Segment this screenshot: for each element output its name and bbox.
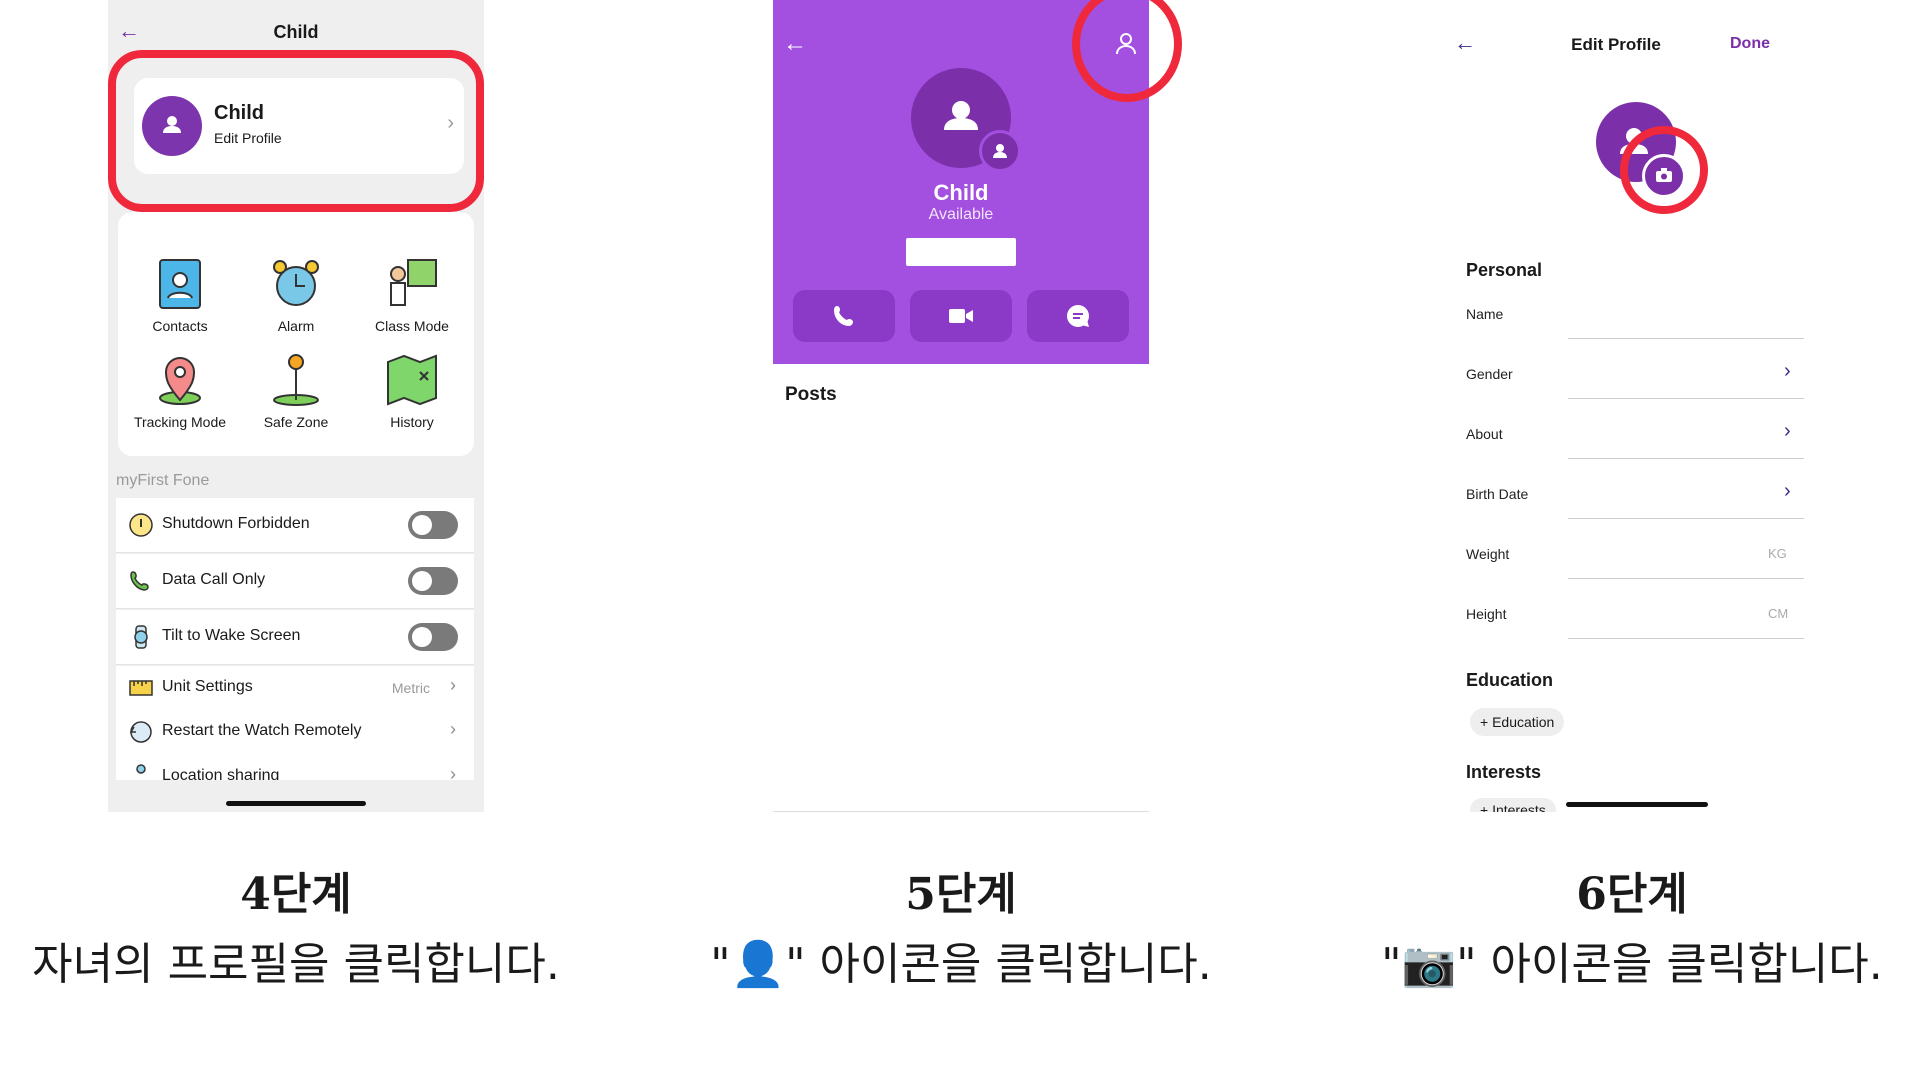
section-label: myFirst Fone: [116, 472, 210, 489]
unit-label: CM: [1768, 606, 1789, 621]
map-pin-icon: [159, 357, 201, 405]
add-education-button[interactable]: + Education: [1470, 708, 1565, 736]
call-button[interactable]: [793, 290, 895, 342]
avatar-badge: [979, 130, 1021, 172]
unit-label: KG: [1768, 546, 1787, 561]
grid-label: Class Mode: [375, 318, 449, 334]
add-interests-button[interactable]: + Interests: [1470, 798, 1556, 812]
section-personal: Personal: [1466, 260, 1543, 280]
setting-restart-watch[interactable]: Restart the Watch Remotely ›: [116, 710, 474, 755]
grid-item-class-mode[interactable]: Class Mode: [362, 256, 462, 334]
field-label: Height: [1466, 606, 1507, 622]
watch-icon: [134, 625, 148, 649]
step-description: "📷" 아이콘을 클릭합니다.: [1381, 939, 1883, 990]
location-person-icon: [136, 764, 146, 774]
feature-grid: Contacts Alarm Class Mode Tracking Mode …: [118, 212, 474, 456]
section-interests: Interests: [1466, 762, 1542, 782]
setting-label: Restart the Watch Remotely: [162, 722, 362, 739]
highlight-ring: [1620, 126, 1708, 214]
setting-location-sharing[interactable]: Location sharing ›: [116, 754, 474, 784]
chat-bubble-icon: [1066, 304, 1089, 327]
height-input[interactable]: [1568, 638, 1804, 639]
field-label: Gender: [1466, 366, 1513, 382]
setting-shutdown-forbidden: Shutdown Forbidden: [116, 498, 474, 553]
profile-name: Child: [933, 180, 989, 205]
message-button[interactable]: [1027, 290, 1129, 342]
warning-circle-icon: [129, 513, 153, 537]
grid-item-contacts[interactable]: Contacts: [130, 256, 230, 334]
folded-map-icon: [387, 354, 437, 406]
status-box: [906, 238, 1016, 266]
restart-icon: [129, 721, 152, 743]
back-arrow-icon[interactable]: ←: [783, 30, 807, 58]
posts-heading: Posts: [785, 384, 837, 405]
about-field[interactable]: [1568, 458, 1804, 459]
video-camera-icon: [949, 309, 973, 323]
caption-step-6: 6단계 "📷" 아이콘을 클릭합니다.: [1312, 858, 1920, 992]
setting-unit-settings[interactable]: Unit Settings Metric ›: [116, 666, 474, 711]
step-description: 자녀의 프로필을 클릭합니다.: [32, 939, 560, 990]
grid-label: Contacts: [152, 318, 208, 334]
grid-item-tracking-mode[interactable]: Tracking Mode: [130, 352, 230, 430]
done-button[interactable]: Done: [1730, 35, 1770, 53]
caption-step-4: 4단계 자녀의 프로필을 클릭합니다.: [0, 858, 616, 992]
setting-data-call-only: Data Call Only: [116, 554, 474, 609]
gender-field[interactable]: [1568, 398, 1804, 399]
grid-item-history[interactable]: History: [362, 352, 462, 430]
grid-item-safe-zone[interactable]: Safe Zone: [246, 352, 346, 430]
chevron-right-icon: ›: [450, 675, 456, 695]
setting-label: Data Call Only: [162, 571, 266, 588]
step-number: 4단계: [240, 869, 352, 920]
step-description: "👤" 아이콘을 클릭합니다.: [710, 939, 1212, 990]
contacts-icon: [159, 259, 201, 309]
ruler-icon: [129, 680, 153, 696]
chevron-right-icon: ›: [450, 719, 456, 739]
grid-label: Safe Zone: [263, 414, 329, 430]
home-indicator: [1566, 802, 1708, 807]
divider: [773, 811, 1149, 812]
field-label: Name: [1466, 306, 1504, 322]
person-small-icon: [993, 144, 1007, 158]
chevron-right-icon[interactable]: ›: [1784, 360, 1791, 383]
setting-label: Unit Settings: [162, 678, 253, 695]
video-call-button[interactable]: [910, 290, 1012, 342]
grid-label: Tracking Mode: [133, 414, 227, 430]
weight-input[interactable]: [1568, 578, 1804, 579]
caption-step-5: 5단계 "👤" 아이콘을 클릭합니다.: [641, 858, 1281, 992]
setting-tilt-to-wake: Tilt to Wake Screen: [116, 610, 474, 665]
step-number: 6단계: [1576, 869, 1688, 920]
toggle-switch[interactable]: [408, 623, 458, 651]
profile-status: Available: [928, 206, 994, 223]
toggle-switch[interactable]: [408, 511, 458, 539]
grid-label: Alarm: [277, 318, 315, 334]
name-input[interactable]: [1568, 338, 1804, 339]
alarm-clock-icon: [273, 260, 319, 306]
phone-call-icon: [130, 571, 149, 591]
screen-edit-profile: ← Edit Profile Done Personal Name Gender…: [1428, 0, 1804, 812]
chevron-right-icon[interactable]: ›: [1784, 420, 1791, 443]
setting-value: Metric: [391, 680, 430, 696]
screen-child-profile: ← Child Available Posts: [773, 0, 1149, 812]
grid-label: History: [390, 414, 434, 430]
page-title: Child: [273, 22, 319, 42]
chevron-right-icon[interactable]: ›: [1784, 480, 1791, 503]
home-indicator: [226, 801, 366, 806]
setting-label: Tilt to Wake Screen: [162, 627, 301, 644]
teacher-board-icon: [390, 259, 437, 306]
setting-label: Shutdown Forbidden: [162, 515, 310, 532]
step-number: 5단계: [905, 869, 1017, 920]
phone-icon: [834, 306, 853, 326]
field-label: Weight: [1466, 546, 1510, 562]
field-label: About: [1466, 426, 1503, 442]
birth-date-field[interactable]: [1568, 518, 1804, 519]
field-label: Birth Date: [1466, 486, 1529, 502]
section-education: Education: [1466, 670, 1554, 690]
grid-item-alarm[interactable]: Alarm: [246, 256, 346, 334]
safe-zone-pin-icon: [273, 354, 319, 406]
toggle-switch[interactable]: [408, 567, 458, 595]
highlight-ring: [108, 50, 484, 212]
